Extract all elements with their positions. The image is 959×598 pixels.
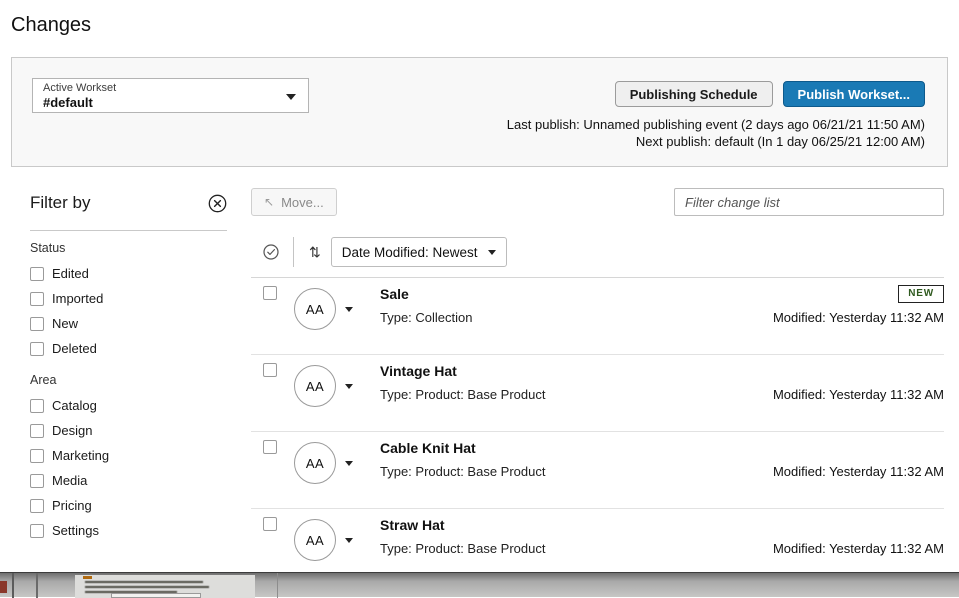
workset-select-label: Active Workset bbox=[43, 82, 282, 95]
row-type: Type: Product: Base Product bbox=[380, 463, 545, 481]
filter-option-design[interactable]: Design bbox=[30, 418, 227, 443]
publish-workset-button[interactable]: Publish Workset... bbox=[783, 81, 925, 107]
sidebar-divider bbox=[30, 230, 227, 231]
checkbox[interactable] bbox=[30, 317, 44, 331]
background-divider bbox=[36, 573, 38, 598]
checkbox[interactable] bbox=[30, 424, 44, 438]
change-row-sale: AA Sale Type: Collection NEW Modified: Y… bbox=[251, 278, 944, 355]
background-document bbox=[75, 575, 255, 598]
chevron-down-icon[interactable] bbox=[345, 461, 353, 470]
row-checkbox[interactable] bbox=[263, 517, 277, 531]
avatar[interactable]: AA bbox=[294, 519, 336, 561]
background-decoration bbox=[0, 581, 7, 593]
row-title[interactable]: Sale bbox=[380, 284, 473, 304]
page-title: Changes bbox=[11, 14, 91, 37]
move-button-label: Move... bbox=[281, 195, 324, 210]
checkbox[interactable] bbox=[30, 524, 44, 538]
select-all-check-circle-icon[interactable] bbox=[263, 244, 279, 260]
filter-option-deleted[interactable]: Deleted bbox=[30, 336, 227, 361]
checkbox[interactable] bbox=[30, 292, 44, 306]
checkbox[interactable] bbox=[30, 449, 44, 463]
row-title[interactable]: Straw Hat bbox=[380, 515, 545, 535]
filter-by-title: Filter by bbox=[30, 193, 90, 213]
filter-group-label: Area bbox=[30, 373, 227, 387]
row-modified: Modified: Yesterday 11:32 AM bbox=[773, 540, 944, 558]
arrow-up-left-icon: ↖ bbox=[264, 195, 274, 209]
change-list-panel: ↖ Move... ⇅ Date Modified: Newest AA Sal… bbox=[251, 188, 944, 586]
row-title[interactable]: Vintage Hat bbox=[380, 361, 545, 381]
filter-group-status: Status Edited Imported New Deleted bbox=[30, 241, 227, 361]
active-workset-select[interactable]: Active Workset #default bbox=[32, 78, 309, 113]
sort-arrows-icon[interactable]: ⇅ bbox=[309, 244, 321, 261]
row-type: Type: Product: Base Product bbox=[380, 386, 545, 404]
chevron-down-icon[interactable] bbox=[345, 384, 353, 393]
filter-group-area: Area Catalog Design Marketing Media Pric… bbox=[30, 373, 227, 543]
filter-change-list-input[interactable] bbox=[674, 188, 944, 216]
checkbox[interactable] bbox=[30, 267, 44, 281]
background-text-line bbox=[85, 586, 209, 588]
filter-option-settings[interactable]: Settings bbox=[30, 518, 227, 543]
chevron-down-icon bbox=[488, 250, 496, 259]
last-publish-text: Last publish: Unnamed publishing event (… bbox=[507, 116, 925, 133]
row-type: Type: Product: Base Product bbox=[380, 540, 545, 558]
background-divider bbox=[12, 573, 14, 598]
checkbox[interactable] bbox=[30, 499, 44, 513]
avatar[interactable]: AA bbox=[294, 442, 336, 484]
publishing-schedule-button[interactable]: Publishing Schedule bbox=[615, 81, 773, 107]
toolbar-divider bbox=[293, 237, 294, 267]
close-circle-icon[interactable] bbox=[208, 194, 227, 213]
background-text-line bbox=[85, 581, 203, 583]
chevron-down-icon bbox=[286, 94, 296, 105]
filter-option-marketing[interactable]: Marketing bbox=[30, 443, 227, 468]
row-modified: Modified: Yesterday 11:32 AM bbox=[773, 463, 944, 481]
chevron-down-icon[interactable] bbox=[345, 307, 353, 316]
background-divider bbox=[277, 573, 278, 598]
filter-option-imported[interactable]: Imported bbox=[30, 286, 227, 311]
background-window-strip bbox=[0, 572, 959, 597]
filter-option-catalog[interactable]: Catalog bbox=[30, 393, 227, 418]
publish-info: Last publish: Unnamed publishing event (… bbox=[507, 116, 925, 150]
row-checkbox[interactable] bbox=[263, 363, 277, 377]
avatar[interactable]: AA bbox=[294, 288, 336, 330]
checkbox[interactable] bbox=[30, 342, 44, 356]
filter-option-new[interactable]: New bbox=[30, 311, 227, 336]
chevron-down-icon[interactable] bbox=[345, 538, 353, 547]
row-checkbox[interactable] bbox=[263, 440, 277, 454]
filter-option-media[interactable]: Media bbox=[30, 468, 227, 493]
row-modified: Modified: Yesterday 11:32 AM bbox=[773, 309, 944, 327]
background-bullet-marker bbox=[83, 576, 92, 579]
row-type: Type: Collection bbox=[380, 309, 473, 327]
sort-order-select[interactable]: Date Modified: Newest bbox=[331, 237, 507, 267]
checkbox[interactable] bbox=[30, 399, 44, 413]
status-badge-new: NEW bbox=[898, 285, 944, 303]
filter-option-edited[interactable]: Edited bbox=[30, 261, 227, 286]
change-row-cable-knit-hat: AA Cable Knit Hat Type: Product: Base Pr… bbox=[251, 432, 944, 509]
checkbox[interactable] bbox=[30, 474, 44, 488]
row-checkbox[interactable] bbox=[263, 286, 277, 300]
avatar[interactable]: AA bbox=[294, 365, 336, 407]
publish-actions: Publishing Schedule Publish Workset... bbox=[615, 81, 925, 107]
list-toolbar: ⇅ Date Modified: Newest bbox=[251, 237, 944, 267]
change-row-vintage-hat: AA Vintage Hat Type: Product: Base Produ… bbox=[251, 355, 944, 432]
filter-sidebar: Filter by Status Edited Imported New Del… bbox=[30, 190, 227, 543]
publish-panel: Active Workset #default Publishing Sched… bbox=[11, 57, 948, 167]
filter-option-pricing[interactable]: Pricing bbox=[30, 493, 227, 518]
move-button[interactable]: ↖ Move... bbox=[251, 188, 337, 216]
row-modified: Modified: Yesterday 11:32 AM bbox=[773, 386, 944, 404]
filter-group-label: Status bbox=[30, 241, 227, 255]
next-publish-text: Next publish: default (In 1 day 06/25/21… bbox=[507, 133, 925, 150]
row-title[interactable]: Cable Knit Hat bbox=[380, 438, 545, 458]
sort-order-value: Date Modified: Newest bbox=[342, 245, 478, 260]
background-text-box bbox=[111, 593, 201, 598]
workset-select-value: #default bbox=[43, 95, 282, 110]
